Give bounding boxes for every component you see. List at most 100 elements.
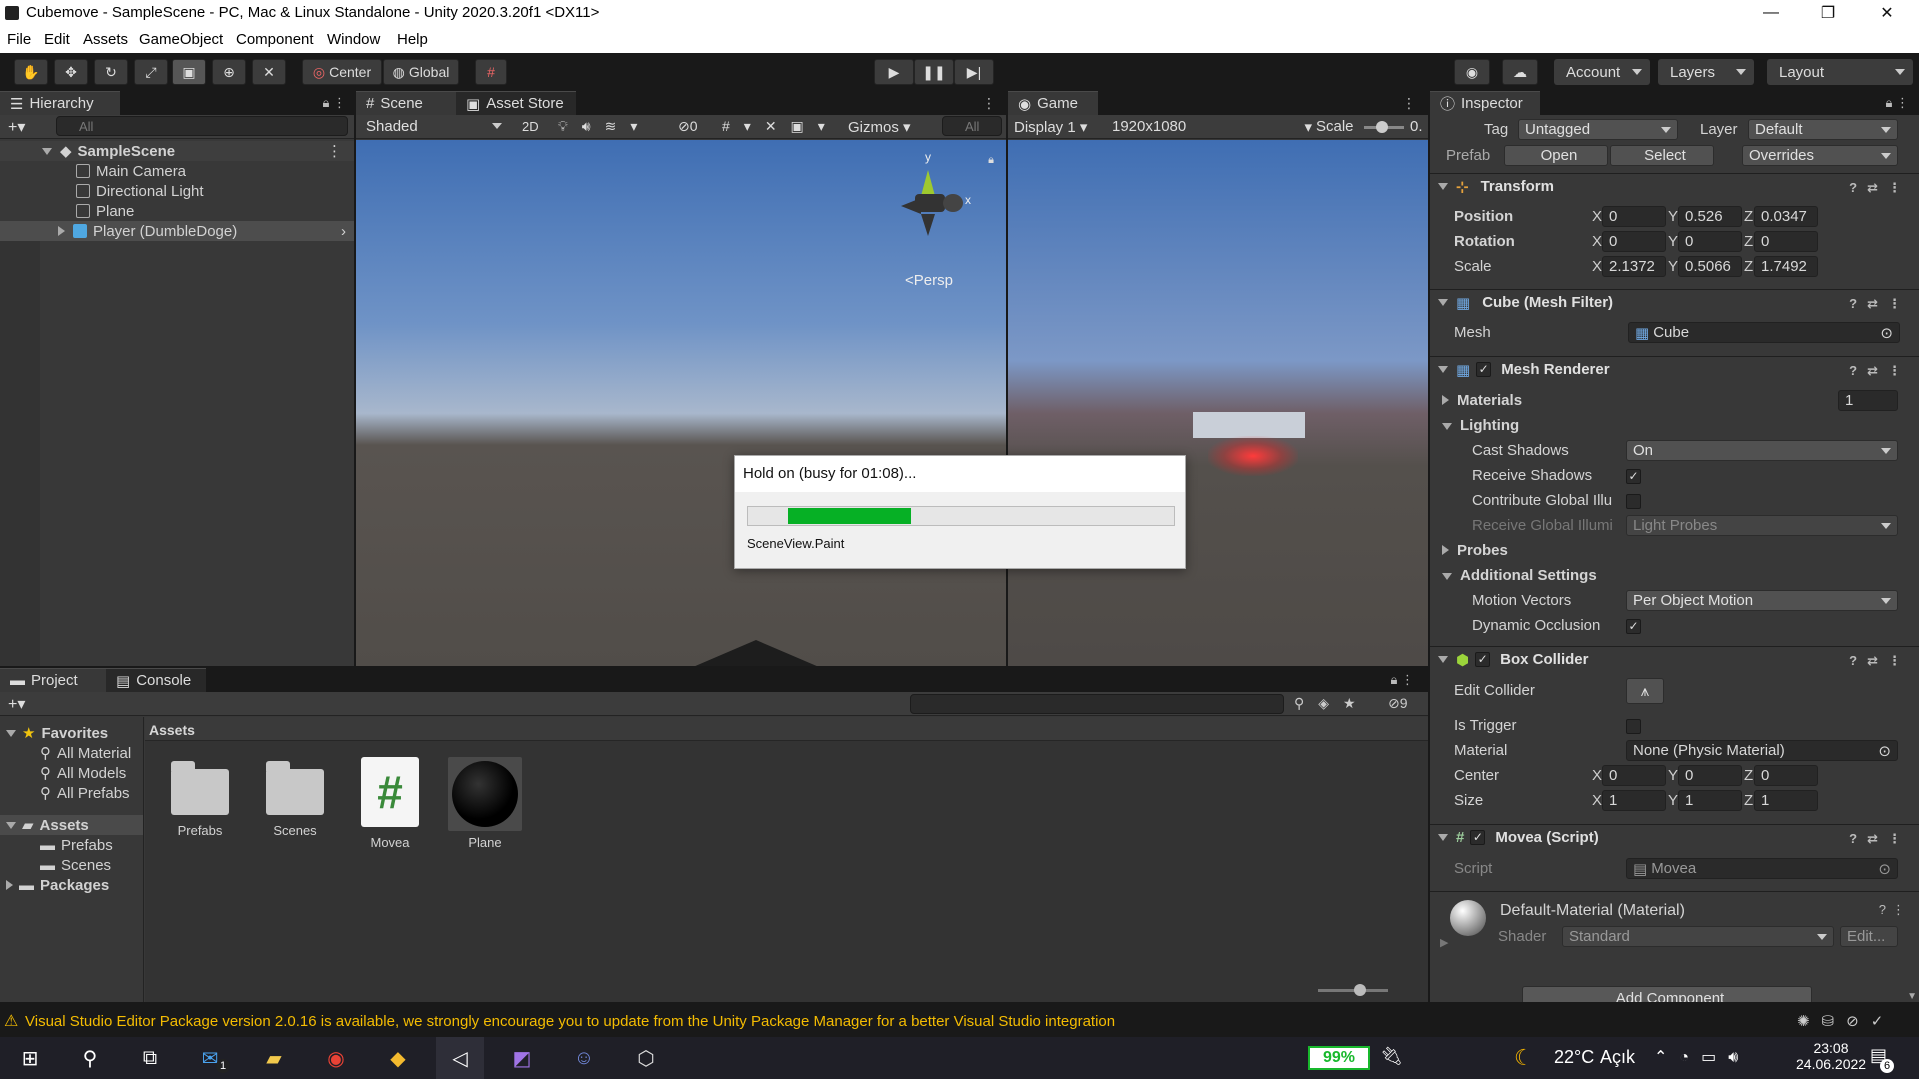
mail-icon[interactable]: ✉ 1 (186, 1037, 234, 1079)
shader-dropdown[interactable]: Standard (1562, 926, 1834, 947)
status-icons[interactable]: ✺⛁⊘✓ (1797, 1012, 1895, 1030)
lock-icon[interactable]: 🔒︎ ⋮ (322, 95, 346, 111)
mesh-field[interactable]: ▦ Cube ⊙ (1628, 322, 1900, 343)
scroll-down-icon[interactable]: ▼ (1907, 991, 1917, 1002)
tab-inspector[interactable]: ⓘ Inspector (1430, 91, 1540, 115)
chrome-icon[interactable]: ◉ (312, 1037, 360, 1079)
search-icon[interactable]: ⚲ (66, 1037, 114, 1079)
assets-folder[interactable]: ▰ Assets (0, 815, 143, 835)
mesh-renderer-header[interactable]: ▦ ✓ Mesh Renderer ?⇄⋮ (1430, 356, 1919, 382)
tab-project[interactable]: ▬ Project (0, 668, 106, 692)
position-z-field[interactable]: 0.0347 (1754, 206, 1818, 227)
component-menu-icons[interactable]: ?⇄⋮ (1849, 296, 1911, 312)
center-z-field[interactable]: 0 (1754, 765, 1818, 786)
windows-start-icon[interactable]: ⊞ (6, 1037, 54, 1079)
rotation-z-field[interactable]: 0 (1754, 231, 1818, 252)
enabled-checkbox[interactable]: ✓ (1476, 362, 1492, 377)
additional-settings-foldout[interactable]: Additional Settings (1434, 567, 1597, 584)
component-menu-icons[interactable]: ?⇄⋮ (1849, 653, 1911, 669)
gizmos-dropdown[interactable]: Gizmos ▾ (848, 118, 911, 136)
grid-tools-icons[interactable]: #▾✕▣▾ (722, 118, 839, 135)
visual-studio-icon[interactable]: ◩ (498, 1037, 546, 1079)
rect-tool-icon[interactable]: ▣ (172, 59, 206, 85)
materials-foldout[interactable]: Materials (1434, 392, 1522, 409)
favorite-item[interactable]: ⚲ All Material (0, 743, 143, 763)
create-button[interactable]: +▾ (8, 117, 25, 137)
hand-tool-icon[interactable]: ✋ (14, 59, 48, 85)
layer-dropdown[interactable]: Default (1748, 119, 1898, 140)
rotation-y-field[interactable]: 0 (1678, 231, 1742, 252)
script-header[interactable]: # ✓ Movea (Script) ?⇄⋮ (1430, 824, 1919, 850)
lock-icon[interactable]: 🔒︎ ⋮ (1390, 672, 1414, 688)
size-z-field[interactable]: 1 (1754, 790, 1818, 811)
scene-search-input[interactable]: All (942, 116, 1002, 136)
hierarchy-item-selected[interactable]: Player (DumbleDoge) › (0, 221, 354, 241)
status-message[interactable]: Visual Studio Editor Package version 2.0… (25, 1013, 1115, 1030)
task-view-icon[interactable]: ⧉ (126, 1037, 174, 1079)
is-trigger-checkbox[interactable] (1626, 719, 1641, 734)
scene-viewport[interactable]: y x <Persp 🔒︎ (356, 140, 1006, 666)
account-dropdown[interactable]: Account (1554, 59, 1650, 85)
menu-window[interactable]: Window (327, 31, 380, 48)
filter-icons[interactable]: ⚲◈★ (1294, 695, 1370, 712)
unity-icon[interactable]: ⬡ (622, 1037, 670, 1079)
enabled-checkbox[interactable]: ✓ (1475, 652, 1491, 667)
grid-snap-icon[interactable]: # (475, 59, 507, 85)
asset-folder-scenes[interactable]: Scenes (260, 757, 330, 838)
game-viewport[interactable] (1008, 140, 1428, 666)
object-picker-icon[interactable]: ⊙ (1878, 742, 1891, 760)
2d-toggle[interactable]: 2D (522, 119, 539, 134)
binance-icon[interactable]: ◆ (374, 1037, 422, 1079)
layers-dropdown[interactable]: Layers (1658, 59, 1754, 85)
center-y-field[interactable]: 0 (1678, 765, 1742, 786)
position-y-field[interactable]: 0.526 (1678, 206, 1742, 227)
scale-x-field[interactable]: 2.1372 (1602, 256, 1666, 277)
size-y-field[interactable]: 1 (1678, 790, 1742, 811)
battery-indicator[interactable]: 99% (1308, 1046, 1370, 1070)
hidden-objects-icon[interactable]: ⊘0 (678, 118, 698, 135)
transform-header[interactable]: ⊹ Transform ?⇄⋮ (1430, 173, 1919, 199)
transform-tool-icon[interactable]: ⊕ (212, 59, 246, 85)
shading-dropdown[interactable]: Shaded (360, 116, 508, 137)
prefab-open-button[interactable]: Open (1504, 145, 1608, 166)
unity-hub-icon[interactable]: ◁ (436, 1037, 484, 1079)
motion-vectors-dropdown[interactable]: Per Object Motion (1626, 590, 1898, 611)
component-menu-icons[interactable]: ?⇄⋮ (1849, 180, 1911, 196)
maximize-button[interactable]: ❐ (1803, 0, 1853, 26)
resolution-dropdown[interactable]: 1920x1080 ▾ (1112, 118, 1312, 136)
scale-y-field[interactable]: 0.5066 (1678, 256, 1742, 277)
menu-gameobject[interactable]: GameObject (139, 31, 223, 48)
shader-edit-button[interactable]: Edit... (1840, 926, 1898, 947)
mesh-filter-header[interactable]: ▦ Cube (Mesh Filter) ?⇄⋮ (1430, 289, 1919, 315)
hierarchy-search-input[interactable]: All (56, 116, 348, 136)
move-tool-icon[interactable]: ✥ (54, 59, 88, 85)
close-button[interactable]: ✕ (1862, 0, 1912, 26)
chevron-right-icon[interactable]: › (341, 223, 346, 240)
menu-component[interactable]: Component (236, 31, 314, 48)
scale-slider[interactable] (1364, 121, 1404, 133)
favorite-item[interactable]: ⚲ All Models (0, 763, 143, 783)
menu-assets[interactable]: Assets (83, 31, 128, 48)
tab-console[interactable]: ▤ Console (106, 668, 206, 692)
folder-item[interactable]: ▬ Prefabs (0, 835, 143, 855)
weather-text[interactable]: Açık (1600, 1047, 1635, 1068)
enabled-checkbox[interactable]: ✓ (1470, 830, 1486, 845)
position-x-field[interactable]: 0 (1602, 206, 1666, 227)
contribute-gi-checkbox[interactable] (1626, 494, 1641, 509)
play-button[interactable]: ▶ (874, 59, 914, 85)
tab-asset-store[interactable]: ▣ Asset Store (456, 91, 576, 115)
materials-count-field[interactable]: 1 (1838, 390, 1898, 411)
material-menu-icons[interactable]: ?⋮ (1879, 902, 1911, 918)
prefab-select-button[interactable]: Select (1610, 145, 1714, 166)
chevron-right-icon[interactable]: ▶ (1440, 936, 1448, 949)
add-component-button[interactable]: Add Component (1522, 986, 1812, 1002)
hidden-count-icon[interactable]: ⊘9 (1388, 695, 1408, 712)
tab-hierarchy[interactable]: ☰ Hierarchy (0, 91, 120, 115)
scene-toggles-icons[interactable]: 💡︎🔊︎≋▾ (558, 118, 651, 135)
more-icon[interactable]: ⋮ (982, 95, 996, 112)
pivot-global-button[interactable]: ◍ Global (383, 59, 459, 85)
lock-icon[interactable]: 🔒︎ (988, 154, 994, 167)
scene-row[interactable]: ◆ SampleScene ⋮ (0, 141, 354, 161)
packages-folder[interactable]: ▬ Packages (0, 875, 143, 895)
minimize-button[interactable]: — (1746, 0, 1796, 26)
